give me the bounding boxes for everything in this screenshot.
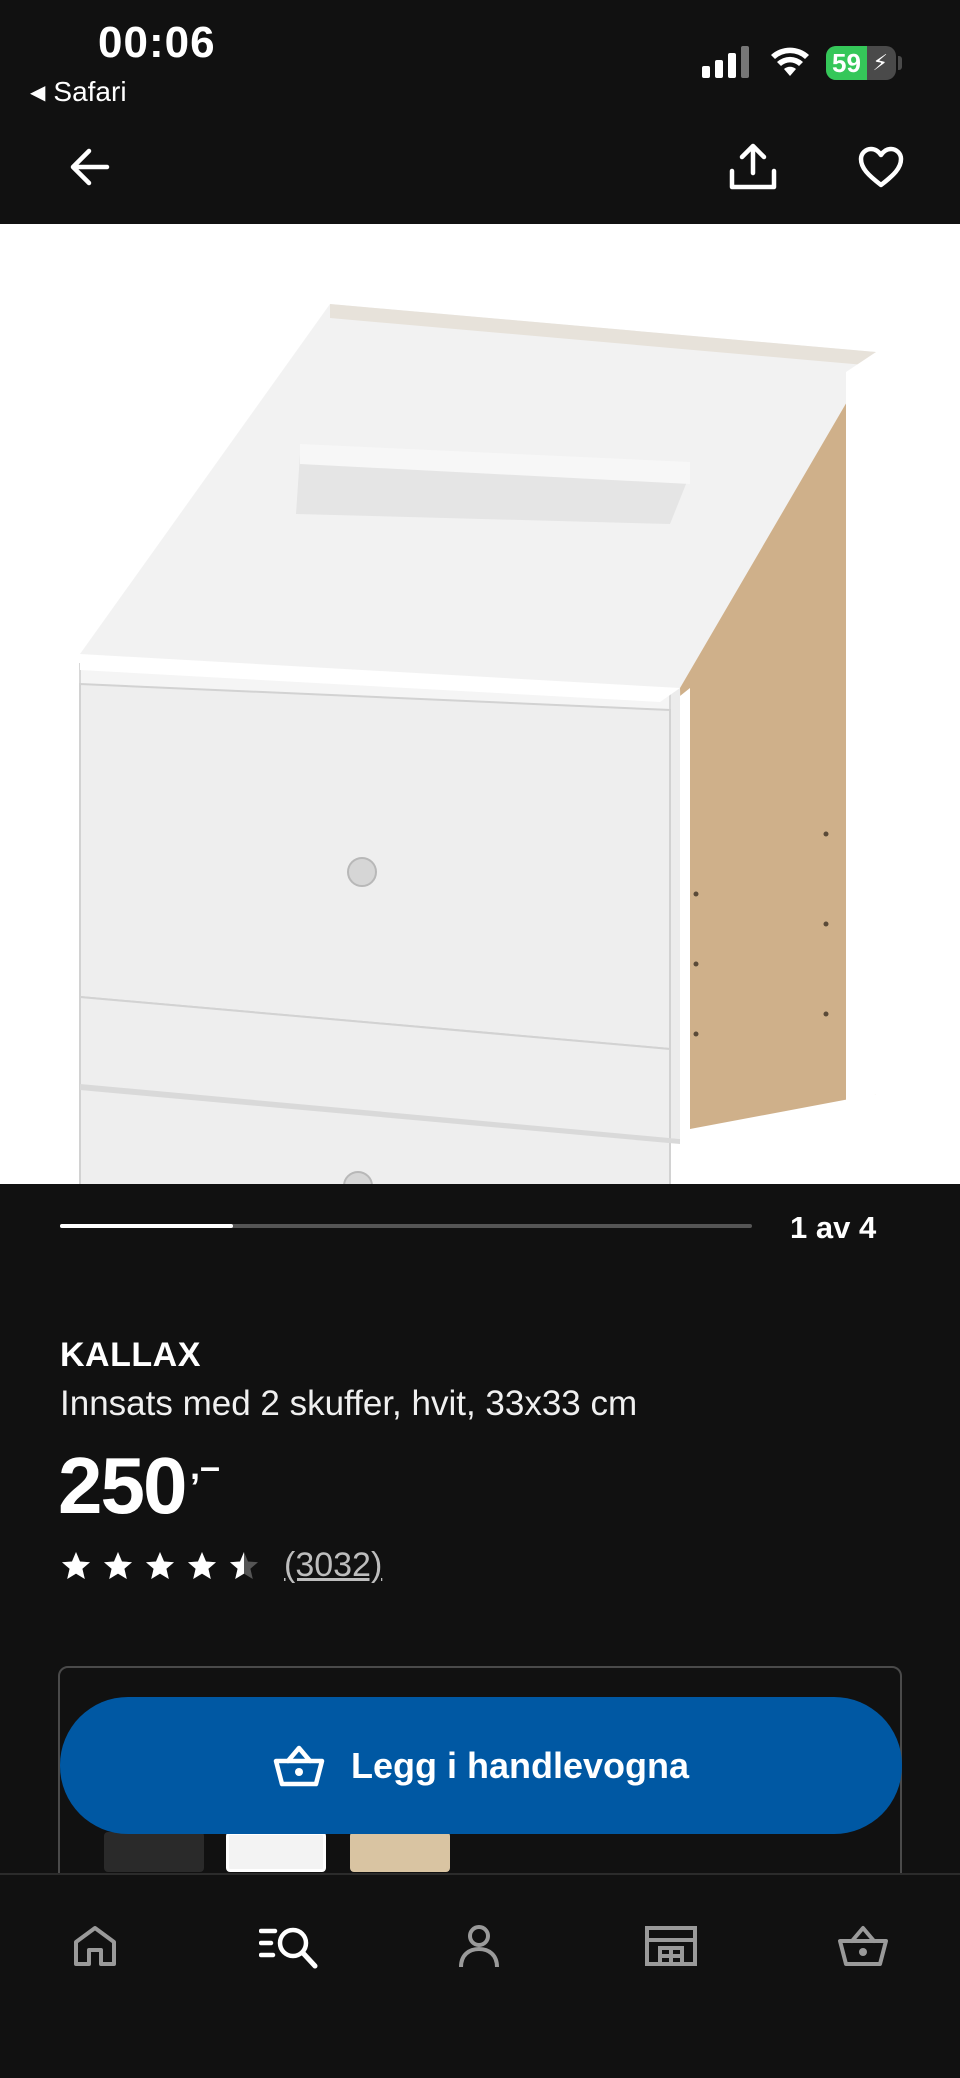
rating-count-link[interactable]: (3032) (284, 1546, 382, 1585)
star-icon (62, 1551, 90, 1579)
pager-progress (60, 1224, 233, 1228)
variant-thumb-oak[interactable] (350, 1832, 450, 1872)
add-to-cart-label: Legg i handlevogna (350, 1744, 690, 1786)
pager-label: 1 av 4 (790, 1210, 877, 1245)
shopping-basket-icon (273, 1745, 325, 1786)
product-brand: KALLAX (60, 1336, 201, 1374)
share-button[interactable] (718, 132, 788, 202)
tab-home[interactable] (58, 1909, 132, 1983)
product-image[interactable] (0, 224, 960, 1184)
favorite-button[interactable] (846, 132, 916, 202)
wifi-icon (771, 47, 809, 76)
product-price: 250 (58, 1441, 187, 1530)
star-icon (146, 1551, 174, 1579)
bottom-tab-bar (0, 1873, 960, 2078)
tab-stores[interactable] (634, 1909, 708, 1983)
drawer-insert-illustration (79, 304, 876, 1184)
basket-icon (838, 1926, 888, 1966)
tab-cart[interactable] (826, 1909, 900, 1983)
back-to-app-link[interactable]: ◀ Safari (30, 76, 127, 108)
back-triangle-icon: ◀ (30, 81, 46, 104)
battery-icon: 59 ⚡ (826, 46, 896, 80)
back-app-label: Safari (53, 76, 127, 107)
home-icon (74, 1926, 116, 1966)
tab-profile[interactable] (442, 1909, 516, 1983)
cellular-signal-icon (702, 46, 749, 78)
product-description: Innsats med 2 skuffer, hvit, 33x33 cm (60, 1384, 638, 1423)
variant-thumb-white[interactable] (226, 1832, 326, 1872)
rating-stars (60, 1550, 260, 1582)
variant-thumb-black[interactable] (104, 1832, 204, 1872)
pager-track (60, 1224, 752, 1228)
star-icon (104, 1551, 132, 1579)
charging-bolt-icon: ⚡ (872, 50, 888, 75)
tab-search[interactable] (252, 1909, 326, 1983)
star-icon (188, 1551, 216, 1579)
status-bar: 00:06 ◀ Safari 59 ⚡ (0, 0, 960, 110)
arrow-left-icon (70, 148, 110, 186)
price-suffix: ,– (190, 1446, 221, 1487)
heart-icon (858, 146, 904, 188)
back-button[interactable] (54, 132, 124, 202)
product-rating[interactable]: (3032) (60, 1546, 382, 1585)
product-header (0, 110, 960, 224)
store-icon (645, 1926, 697, 1966)
search-list-icon (259, 1927, 318, 1969)
image-pager: 1 av 4 (60, 1210, 960, 1260)
profile-icon (459, 1925, 499, 1968)
share-icon (729, 143, 777, 190)
battery-level: 59 (832, 48, 861, 78)
battery-cap (898, 56, 902, 70)
star-icon (230, 1551, 258, 1579)
status-time: 00:06 (98, 18, 216, 67)
add-to-cart-button[interactable]: Legg i handlevogna (60, 1697, 902, 1834)
